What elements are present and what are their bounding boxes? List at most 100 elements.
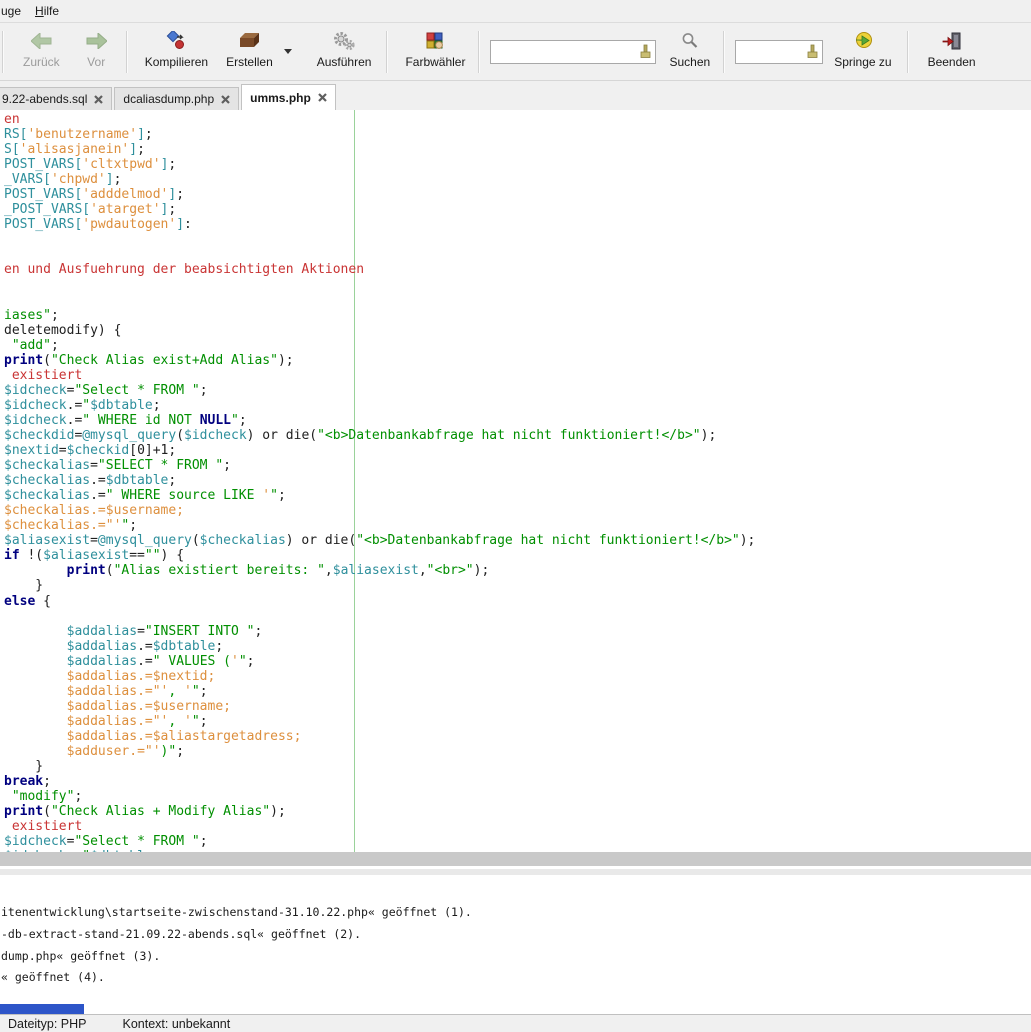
toolbar-separator [723,31,725,73]
menu-item-werkzeuge[interactable]: uge [0,2,28,20]
status-bar: Dateityp: PHP Kontext: unbekannt [0,1014,1031,1032]
code-line: POST_VARS['cltxtpwd']; [4,157,755,172]
search-input[interactable] [494,42,639,62]
tab-label: dcaliasdump.php [123,92,214,106]
code-line: $addalias.=$dbtable; [4,639,755,654]
statusbar-context: Kontext: unbekannt [123,1017,231,1031]
goto-line-button[interactable]: Springe zu [825,27,900,77]
clear-entry-icon[interactable] [639,44,652,59]
code-line [4,278,755,293]
toolbar-separator [2,31,4,73]
code-line: print("Check Alias + Modify Alias"); [4,804,755,819]
tab-umms-php[interactable]: umms.php [241,84,336,110]
code-line: $addalias.="', '"; [4,714,755,729]
brick-icon [238,29,260,53]
toolbar-separator [386,31,388,73]
status-message: « geöffnet (4). [0,967,1031,989]
magnifier-icon [681,29,699,53]
code-line: $addalias.="', '"; [4,684,755,699]
exit-door-icon [942,29,961,53]
forward-label: Vor [87,55,105,69]
search-input-box[interactable] [490,40,656,64]
goto-line-input-box[interactable] [735,40,823,64]
code-line: $checkalias.=$dbtable; [4,473,755,488]
code-line: _VARS['chpwd']; [4,172,755,187]
code-line: if !($aliasexist=="") { [4,548,755,563]
close-icon[interactable] [221,95,230,104]
tab-label: umms.php [250,91,311,105]
code-line: $idcheck.=" WHERE id NOT NULL"; [4,413,755,428]
quit-button[interactable]: Beenden [919,27,985,77]
toolbar: Zurück Vor Kompilieren Erstellen [0,23,1031,81]
build-label: Erstellen [226,55,273,69]
compile-icon [166,29,186,53]
status-message: -db-extract-stand-21.09.22-abends.sql« g… [0,924,1031,946]
code-line: } [4,759,755,774]
close-icon[interactable] [318,93,327,102]
code-line: "modify"; [4,789,755,804]
close-icon[interactable] [94,95,103,104]
jump-to-icon [853,29,873,53]
code-line: POST_VARS['pwdautogen']: [4,217,755,232]
build-dropdown-arrow-icon[interactable] [284,49,292,54]
back-label: Zurück [23,55,60,69]
back-button[interactable]: Zurück [14,27,69,77]
code-line: existiert [4,819,755,834]
code-line: $checkalias.=$username; [4,503,755,518]
search-label: Suchen [669,55,710,69]
code-line: $checkalias.=" WHERE source LIKE '"; [4,488,755,503]
status-message-list[interactable]: itenentwicklung\startseite-zwischenstand… [0,875,1031,1013]
code-line: print("Alias existiert bereits: ",$alias… [4,563,755,578]
code-editor[interactable]: enRS['benutzername'];S['alisasjanein'];P… [0,110,1031,852]
code-line [4,293,755,308]
clear-entry-icon[interactable] [806,44,819,59]
horizontal-scrollbar[interactable] [0,852,1031,866]
menu-bar: uge Hilfe [0,0,1031,23]
code-line: iases"; [4,308,755,323]
code-line: $addalias.=$aliastargetadress; [4,729,755,744]
tab-abends-sql[interactable]: 9.22-abends.sql [0,87,112,110]
toolbar-separator [478,31,480,73]
build-button[interactable]: Erstellen [217,27,282,77]
tab-dcaliasdump-php[interactable]: dcaliasdump.php [114,87,239,110]
menu-item-hilfe[interactable]: Hilfe [28,2,66,20]
search-button[interactable]: Suchen [660,27,719,77]
statusbar-filetype: Dateityp: PHP [8,1017,87,1031]
compile-button[interactable]: Kompilieren [136,27,217,77]
tab-label: 9.22-abends.sql [2,92,87,106]
code-line: $checkdid=@mysql_query($idcheck) or die(… [4,428,755,443]
run-button[interactable]: Ausführen [308,27,381,77]
gears-icon [332,29,356,53]
compile-label: Kompilieren [145,55,208,69]
code-line: en und Ausfuehrung der beabsichtigten Ak… [4,262,755,277]
code-line [4,232,755,247]
forward-button[interactable]: Vor [77,27,116,77]
code-line: S['alisasjanein']; [4,142,755,157]
run-label: Ausführen [317,55,372,69]
code-line: $adduser.="')"; [4,744,755,759]
code-line: $addalias.=$username; [4,699,755,714]
code-line: $addalias.=$nextid; [4,669,755,684]
status-message: dump.php« geöffnet (3). [0,946,1031,968]
toolbar-separator [126,31,128,73]
code-line: _POST_VARS['atarget']; [4,202,755,217]
code-line: $idcheck.="$dbtable; [4,398,755,413]
arrow-right-icon [86,29,107,53]
code-line: $aliasexist=@mysql_query($checkalias) or… [4,533,755,548]
goto-line-input[interactable] [739,42,806,62]
arrow-left-icon [31,29,52,53]
toolbar-separator [907,31,909,73]
quit-label: Beenden [928,55,976,69]
color-chooser-icon [426,29,445,53]
tab-bar: 9.22-abends.sql dcaliasdump.php umms.php [0,81,1031,110]
code-line: print("Check Alias exist+Add Alias"); [4,353,755,368]
code-line: $nextid=$checkid[0]+1; [4,443,755,458]
goto-line-label: Springe zu [834,55,891,69]
code-line: $checkalias="SELECT * FROM "; [4,458,755,473]
code-line [4,609,755,624]
code-line: else { [4,594,755,609]
code-line: $checkalias.="'"; [4,518,755,533]
color-chooser-button[interactable]: Farbwähler [396,27,474,77]
status-message: itenentwicklung\startseite-zwischenstand… [0,902,1031,924]
code-line: en [4,112,755,127]
